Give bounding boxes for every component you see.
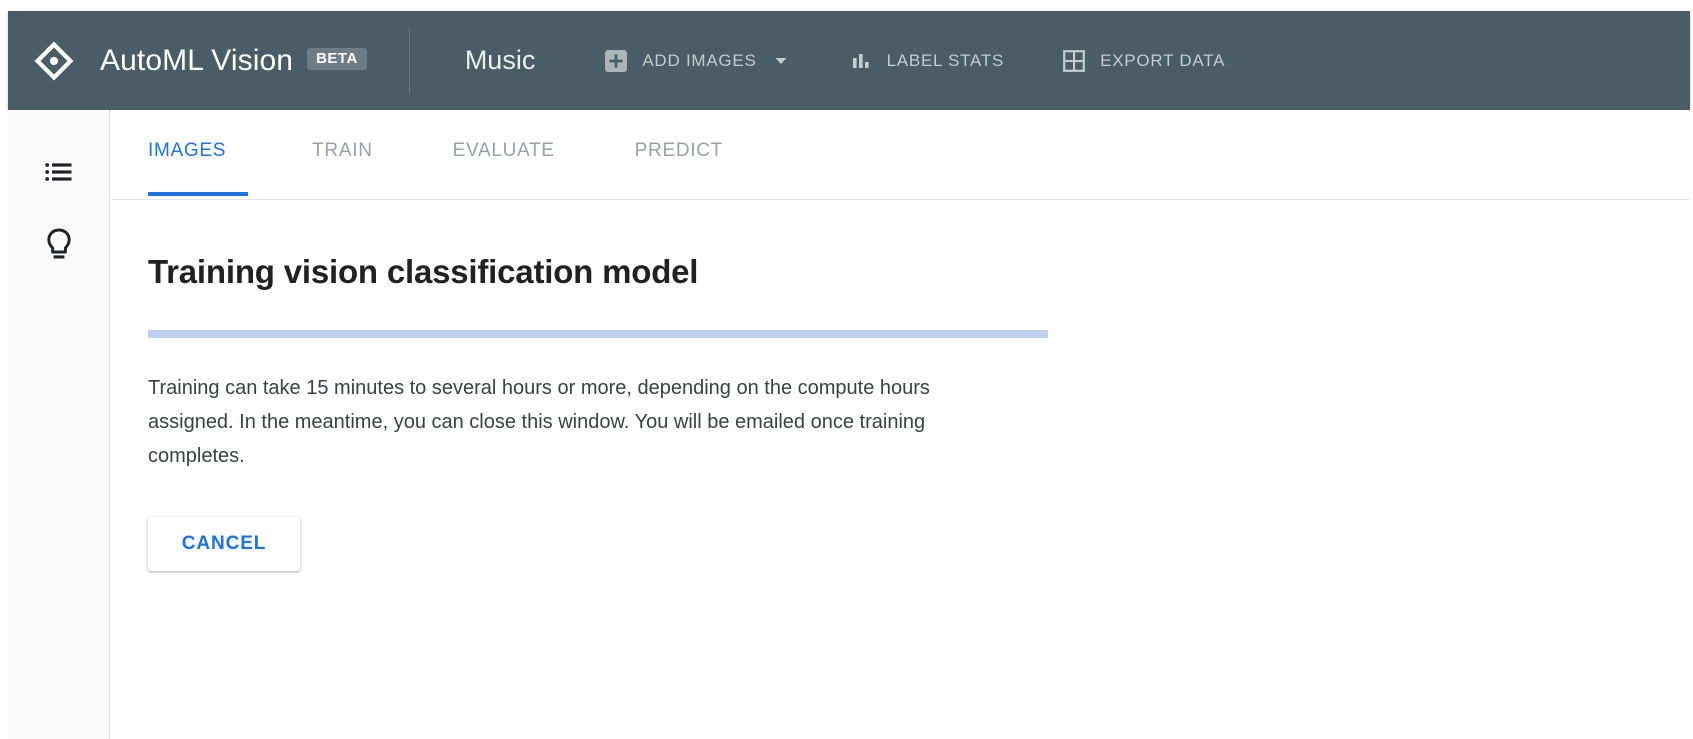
grid-table-icon [1062,49,1086,73]
beta-badge: BETA [307,47,367,70]
cancel-button[interactable]: CANCEL [148,517,300,571]
content-area: IMAGES TRAIN EVALUATE PREDICT Training v… [111,110,1690,739]
brand-title-text: AutoML Vision [100,43,294,77]
lightbulb-icon [44,227,74,266]
app-bar: AutoML Vision BETA Music ADD IMAGES LABE… [8,11,1690,110]
tab-images-label: IMAGES [148,140,227,161]
training-panel: Training vision classification model Tra… [111,200,1690,571]
dataset-name: Music [464,45,536,75]
label-stats-label: LABEL STATS [886,50,1005,70]
training-description: Training can take 15 minutes to several … [148,377,930,467]
rail-item-datasets[interactable] [8,143,109,205]
left-nav-rail [8,110,110,739]
training-progress-bar [148,330,1048,338]
app-root: AutoML Vision BETA Music ADD IMAGES LABE… [0,0,1693,739]
tab-images[interactable]: IMAGES [148,106,249,196]
tab-train[interactable]: TRAIN [292,106,393,196]
brand-title: AutoML Vision BETA [100,44,367,78]
tab-evaluate-label: EVALUATE [452,140,555,161]
app-logo[interactable] [8,41,100,81]
bulleted-list-icon [44,157,74,192]
tab-train-label: TRAIN [312,140,373,161]
page-title: Training vision classification model [148,253,699,290]
app-bar-divider [408,27,410,94]
diamond-eye-logo-icon [34,41,74,81]
bar-chart-icon [851,50,873,72]
chevron-down-icon [773,53,789,69]
export-data-label: EXPORT DATA [1100,50,1226,70]
label-stats-button[interactable]: LABEL STATS [851,50,1005,72]
add-images-label: ADD IMAGES [642,50,757,70]
tab-bar: IMAGES TRAIN EVALUATE PREDICT [111,110,1690,200]
plus-box-icon [604,49,628,73]
rail-item-tips[interactable] [8,215,109,277]
training-progress-fill [148,330,1048,338]
tab-evaluate[interactable]: EVALUATE [433,106,575,196]
export-data-button[interactable]: EXPORT DATA [1062,49,1225,73]
tab-predict-label: PREDICT [634,140,723,161]
tab-predict[interactable]: PREDICT [615,106,743,196]
add-images-button[interactable]: ADD IMAGES [604,49,788,73]
